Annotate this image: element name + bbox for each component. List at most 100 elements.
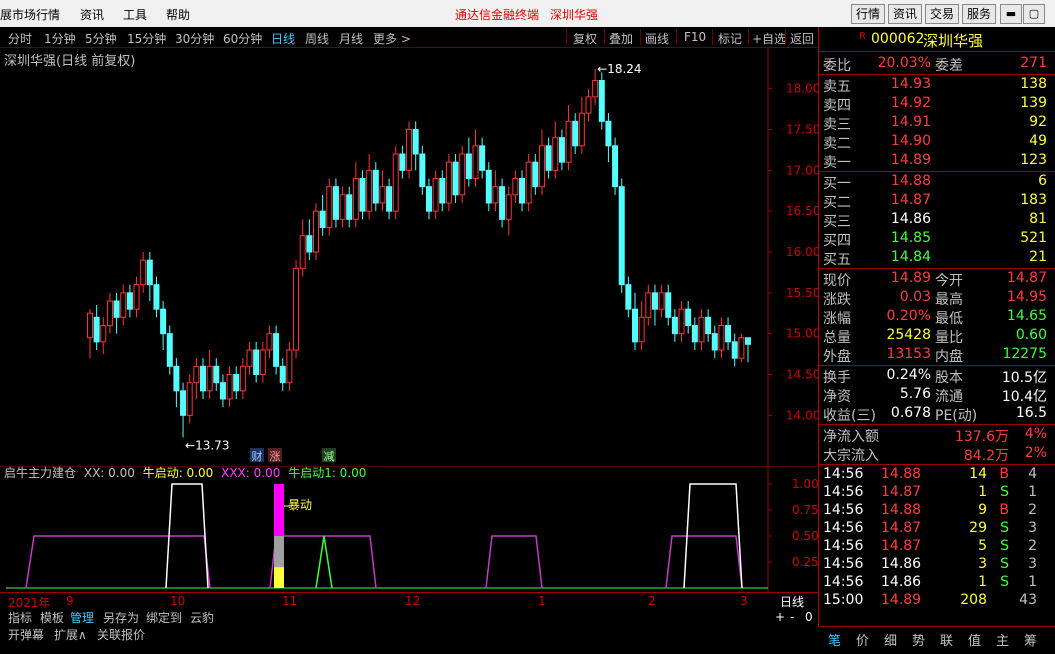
close-icon[interactable]: ▢ xyxy=(1023,4,1045,24)
period-15min[interactable]: 15分钟 xyxy=(127,30,166,47)
stat-value: 0.20% xyxy=(886,308,931,324)
period-more[interactable]: 更多 > xyxy=(373,30,411,47)
tab-template[interactable]: 模板 xyxy=(40,609,64,626)
tick-time: 14:56 xyxy=(823,484,864,500)
candle-body xyxy=(379,186,386,204)
menu-help[interactable]: 帮助 xyxy=(166,6,190,23)
sell-label: 卖二 xyxy=(823,136,851,152)
rtab-lian[interactable]: 联 xyxy=(940,630,953,649)
trade-button[interactable]: 交易 xyxy=(925,4,959,24)
candle-body xyxy=(106,300,113,326)
tick-count: 2 xyxy=(1028,538,1037,554)
period-monthly[interactable]: 月线 xyxy=(339,30,363,47)
tick-time: 14:56 xyxy=(823,538,864,554)
tool-fuquan[interactable]: 复权 xyxy=(573,30,597,47)
candle-body xyxy=(266,333,273,351)
sell-price: 14.90 xyxy=(890,133,931,149)
period-30min[interactable]: 30分钟 xyxy=(175,30,214,47)
flow-value: 137.6万 xyxy=(954,429,1009,445)
marker-cai[interactable]: 财 xyxy=(250,448,264,463)
stat-value: 14.65 xyxy=(1006,308,1047,324)
candle-body xyxy=(180,390,187,416)
rtab-shi[interactable]: 势 xyxy=(912,630,925,649)
ind-tick-label: 0.25 xyxy=(792,555,818,569)
candle-body xyxy=(558,137,565,163)
qd1-signal xyxy=(315,535,333,589)
period-60min[interactable]: 60分钟 xyxy=(223,30,262,47)
zoom-reset-button[interactable]: 0 xyxy=(805,610,813,624)
menu-market[interactable]: 展市场行情 xyxy=(0,6,60,23)
candle-body xyxy=(645,292,652,318)
tick-row: 14:56 14.86 3 S 3 xyxy=(823,556,1049,574)
stock-code: 000062 xyxy=(871,31,925,47)
rtab-zhu[interactable]: 主 xyxy=(996,630,1009,649)
date-2: 2 xyxy=(648,594,656,608)
tab-saveas[interactable]: 另存为 xyxy=(103,609,139,626)
tick-row: 14:56 14.87 29 S 3 xyxy=(823,520,1049,538)
period-daily[interactable]: 日线 xyxy=(271,30,295,47)
tick-price: 14.88 xyxy=(881,466,922,482)
tab-indicator[interactable]: 指标 xyxy=(8,609,32,626)
candle-body xyxy=(585,96,592,114)
candle-body xyxy=(605,120,612,147)
buy-volume: 183 xyxy=(1020,192,1047,208)
tab-bind[interactable]: 绑定到 xyxy=(146,609,182,626)
rtab-bi[interactable]: 笔 xyxy=(828,630,841,649)
kline-chart[interactable]: 18.00 17.50 17.00 16.50 16.00 15.50 15.00 14.50… xyxy=(0,48,818,466)
buy-volume: 6 xyxy=(1038,173,1047,189)
tab-yunbao[interactable]: 云豹 xyxy=(190,609,214,626)
candle-body xyxy=(332,186,339,220)
indicator-name: 启牛主力建仓 xyxy=(4,466,77,480)
rtab-xi[interactable]: 细 xyxy=(884,630,897,649)
period-5min[interactable]: 5分钟 xyxy=(85,30,117,47)
period-weekly[interactable]: 周线 xyxy=(305,30,329,47)
tab-manage[interactable]: 管理 xyxy=(70,609,94,626)
zoom-in-button[interactable]: + xyxy=(775,610,785,624)
tool-mark[interactable]: 标记 xyxy=(718,30,742,47)
xxx-signal xyxy=(665,535,743,589)
candle-body xyxy=(538,145,545,188)
candle-body xyxy=(392,153,399,212)
marker-jian[interactable]: 减 xyxy=(322,448,336,463)
tick-count: 3 xyxy=(1028,520,1037,536)
stat2-value: 16.5 xyxy=(1015,405,1047,421)
candle-body xyxy=(479,145,486,171)
tool-watchlist[interactable]: +自选 xyxy=(752,30,786,47)
candle-body xyxy=(419,153,426,188)
tab-danmu[interactable]: 开弹幕 xyxy=(8,626,44,643)
rtab-chou[interactable]: 筹 xyxy=(1024,630,1037,649)
menu-news[interactable]: 资讯 xyxy=(80,6,104,23)
tool-f10[interactable]: F10 xyxy=(684,30,706,44)
price-tick-label: 15.50 xyxy=(786,286,818,300)
candle-body xyxy=(572,120,579,147)
candle-body xyxy=(219,382,226,400)
marker-zhang[interactable]: 涨 xyxy=(268,448,282,463)
hq-button[interactable]: 行情 xyxy=(851,4,885,24)
period-fenshi[interactable]: 分时 xyxy=(8,30,32,47)
stat-row: 总量 25428 量比 0.60 xyxy=(823,327,1049,346)
candle-body xyxy=(346,194,353,220)
buy-price: 14.87 xyxy=(890,192,931,208)
tab-related[interactable]: 关联报价 xyxy=(97,626,145,643)
candle-body xyxy=(519,178,526,204)
service-button[interactable]: 服务 xyxy=(962,4,996,24)
minimize-icon[interactable]: ▬ xyxy=(1000,4,1022,24)
news-button[interactable]: 资讯 xyxy=(888,4,922,24)
rtab-zhi[interactable]: 值 xyxy=(968,630,981,649)
stock-name: 深圳华强 xyxy=(923,32,984,50)
baodong-bar-yellow xyxy=(274,567,284,588)
stat-label: 最低 xyxy=(935,311,963,327)
candle-body xyxy=(565,120,572,163)
tool-draw[interactable]: 画线 xyxy=(645,30,669,47)
zoom-out-button[interactable]: - xyxy=(790,610,794,624)
stock-title: 深圳华强 xyxy=(550,8,599,22)
menu-tools[interactable]: 工具 xyxy=(123,6,147,23)
tab-expand[interactable]: 扩展∧ xyxy=(54,626,87,643)
indicator-xx: XX: 0.00 xyxy=(83,466,135,480)
tool-back[interactable]: 返回 xyxy=(790,30,814,47)
indicator-chart[interactable]: 1.00 0.75 0.50 0.25 启牛主力建仓 XX: 0.00 牛启动: 0.… xyxy=(0,466,818,592)
tool-overlay[interactable]: 叠加 xyxy=(609,30,633,47)
buy-label: 买三 xyxy=(823,214,851,230)
rtab-jia[interactable]: 价 xyxy=(856,630,869,649)
period-1min[interactable]: 1分钟 xyxy=(44,30,76,47)
